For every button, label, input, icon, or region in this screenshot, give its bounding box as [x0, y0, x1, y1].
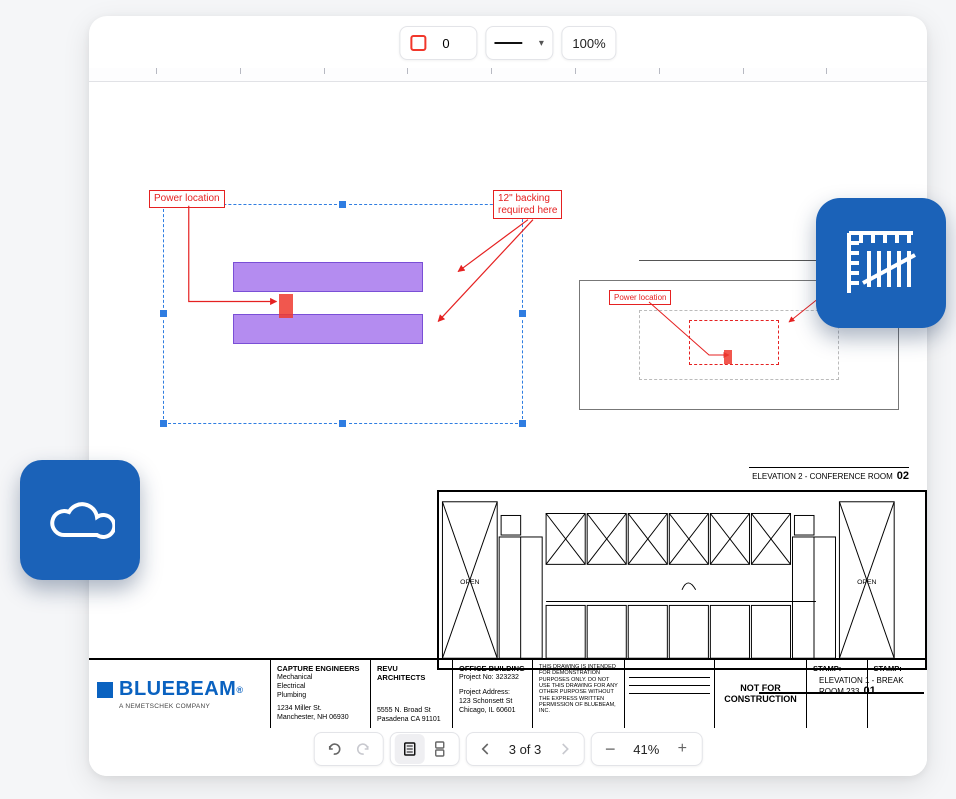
- zoom-display[interactable]: 100%: [561, 26, 616, 60]
- resize-handle[interactable]: [159, 419, 168, 428]
- grid-badge: [816, 198, 946, 328]
- cloud-icon: [45, 495, 115, 545]
- chevron-down-icon: ▾: [530, 38, 552, 49]
- tally-grid-icon: [839, 221, 923, 305]
- line-width-input[interactable]: [436, 36, 476, 51]
- resize-handle[interactable]: [338, 200, 347, 209]
- architects-cell: REVU ARCHITECTS 5555 N. Broad St Pasaden…: [371, 660, 453, 728]
- rectangle-icon: [410, 35, 426, 51]
- canvas[interactable]: Power location 12" backingrequired here: [89, 20, 927, 776]
- resize-handle[interactable]: [338, 419, 347, 428]
- logo-cell: BLUEBEAM® A NEMETSCHEK COMPANY: [89, 660, 271, 728]
- revision-cell: [625, 660, 715, 728]
- rectangle-tool-button[interactable]: [400, 35, 436, 51]
- svg-text:OPEN: OPEN: [857, 579, 876, 586]
- bluebeam-logo: BLUEBEAM®: [97, 678, 262, 701]
- undo-button[interactable]: [319, 734, 349, 764]
- ruler-horizontal: [89, 68, 927, 82]
- top-toolbar: ▾ 100%: [399, 26, 616, 60]
- title-block: BLUEBEAM® A NEMETSCHEK COMPANY CAPTURE E…: [89, 658, 927, 728]
- view-mode-group: [390, 732, 460, 766]
- resize-handle[interactable]: [518, 309, 527, 318]
- power-marker[interactable]: [279, 294, 293, 318]
- callout-power-2[interactable]: Power location: [609, 290, 671, 305]
- shelf-annotation[interactable]: [233, 314, 423, 344]
- stamp-cell-2: STAMP:: [868, 660, 928, 728]
- project-cell: OFFICE BUILDING Project No: 323232 Proje…: [453, 660, 533, 728]
- page-indicator: 3 of 3: [501, 742, 550, 757]
- drawing-area[interactable]: Power location 12" backingrequired here: [89, 82, 927, 776]
- legal-cell: THIS DRAWING IS INTENDED FOR DEMONSTRATI…: [533, 660, 625, 728]
- zoom-out-button[interactable]: −: [595, 734, 625, 764]
- solid-line-icon: [486, 38, 530, 48]
- page-nav-group: 3 of 3: [466, 732, 585, 766]
- engineers-cell: CAPTURE ENGINEERS Mechanical Electrical …: [271, 660, 371, 728]
- shelf-annotation[interactable]: [233, 262, 423, 292]
- continuous-page-button[interactable]: [425, 734, 455, 764]
- stamp-cell-1: STAMP:: [807, 660, 868, 728]
- zoom-value: 100%: [572, 36, 605, 51]
- svg-text:OPEN: OPEN: [460, 579, 479, 586]
- redo-button[interactable]: [349, 734, 379, 764]
- not-for-construction: NOT FORCONSTRUCTION: [715, 660, 807, 728]
- single-page-button[interactable]: [395, 734, 425, 764]
- history-group: [314, 732, 384, 766]
- resize-handle[interactable]: [159, 309, 168, 318]
- prev-page-button[interactable]: [471, 734, 501, 764]
- power-marker: [724, 350, 732, 364]
- zoom-level: 41%: [625, 742, 667, 757]
- line-style-pill[interactable]: ▾: [485, 26, 553, 60]
- bottom-toolbar: 3 of 3 − 41% +: [314, 732, 703, 766]
- app-window: ▾ 100%: [89, 16, 927, 776]
- shape-tool-pill: [399, 26, 477, 60]
- elevation-2-caption: ELEVATION 2 - CONFERENCE ROOM02: [752, 470, 909, 482]
- next-page-button[interactable]: [549, 734, 579, 764]
- elevation-1: OPEN OPEN: [437, 490, 927, 670]
- resize-handle[interactable]: [518, 419, 527, 428]
- cloud-badge: [20, 460, 140, 580]
- display-outline: [689, 320, 779, 365]
- callout-power-location[interactable]: Power location: [149, 190, 225, 208]
- zoom-group: − 41% +: [590, 732, 702, 766]
- callout-backing[interactable]: 12" backingrequired here: [493, 190, 562, 219]
- zoom-in-button[interactable]: +: [667, 734, 697, 764]
